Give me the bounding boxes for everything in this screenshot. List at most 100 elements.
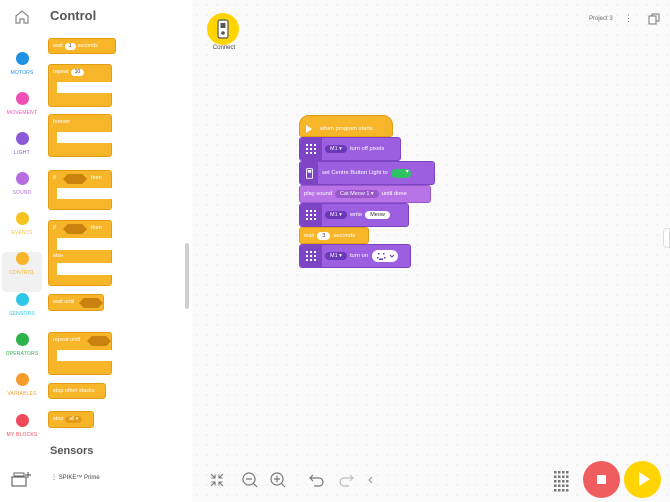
category-my-blocks[interactable]: MY BLOCKS bbox=[0, 414, 44, 454]
block-if-label: if bbox=[53, 175, 56, 181]
condition-slot[interactable] bbox=[79, 298, 103, 308]
category-label: OPERATORS bbox=[5, 351, 39, 357]
category-dot bbox=[15, 414, 29, 427]
category-dot bbox=[15, 373, 29, 386]
block-wait-until[interactable]: wait until bbox=[48, 294, 104, 311]
category-dot bbox=[15, 252, 29, 265]
block-wait[interactable]: wait 1 seconds bbox=[48, 38, 116, 54]
block-else-label: else bbox=[53, 253, 64, 259]
home-icon[interactable] bbox=[13, 8, 31, 26]
condition-slot[interactable] bbox=[87, 336, 111, 346]
stop-button[interactable] bbox=[583, 461, 620, 498]
zoom-out-icon[interactable] bbox=[241, 471, 259, 489]
block-write[interactable]: M1 ▾ write Meow bbox=[299, 203, 409, 227]
block-stop-other-label: stop other stacks bbox=[53, 388, 95, 394]
sound-dropdown[interactable]: Cat Meow 1 ▾ bbox=[335, 190, 379, 198]
category-label: LIGHT bbox=[14, 150, 30, 156]
block-label: write bbox=[349, 212, 363, 218]
light-matrix-panel-icon[interactable] bbox=[553, 470, 569, 492]
condition-slot[interactable] bbox=[63, 174, 87, 184]
sound-value: Cat Meow 1 bbox=[340, 191, 370, 197]
wait-value-field[interactable]: 1 bbox=[64, 43, 76, 50]
block-stop[interactable]: stop all ▾ bbox=[48, 411, 94, 428]
block-wait-label: wait bbox=[53, 43, 63, 49]
category-dot bbox=[15, 333, 29, 346]
category-dot bbox=[15, 172, 29, 185]
zoom-in-icon[interactable] bbox=[269, 471, 287, 489]
block-turn-on[interactable]: M1 ▾ turn on bbox=[299, 244, 411, 268]
hub-icon bbox=[217, 19, 229, 39]
connect-hub-button[interactable] bbox=[207, 13, 239, 45]
block-if-else-if-label: if bbox=[53, 225, 56, 231]
block-wait-seconds[interactable]: wait 3 seconds bbox=[299, 227, 369, 244]
undo-icon[interactable] bbox=[308, 471, 326, 489]
port-dropdown[interactable]: M1 ▾ bbox=[325, 211, 347, 219]
port-dropdown[interactable]: M1 ▾ bbox=[325, 145, 347, 153]
block-label: set Centre Button Light to bbox=[322, 170, 388, 176]
block-if-else[interactable]: if then else bbox=[48, 220, 114, 286]
category-label: CONTROL bbox=[9, 270, 35, 276]
category-dot bbox=[15, 52, 29, 65]
block-forever-label: forever bbox=[53, 119, 71, 125]
port-value: M1 bbox=[330, 212, 338, 218]
block-when-program-starts[interactable]: when program starts bbox=[299, 115, 393, 137]
fullscreen-icon[interactable] bbox=[648, 13, 660, 25]
category-dot bbox=[15, 212, 29, 225]
text-input[interactable]: Meow bbox=[365, 211, 390, 219]
project-name[interactable]: Project 3 bbox=[589, 16, 613, 22]
category-variables[interactable]: VARIABLES bbox=[0, 373, 44, 413]
category-events[interactable]: EVENTS bbox=[0, 212, 44, 252]
category-label: VARIABLES bbox=[7, 391, 37, 397]
condition-slot[interactable] bbox=[63, 224, 87, 234]
chevron-left-icon[interactable] bbox=[362, 471, 380, 489]
stop-option-dropdown[interactable]: all ▾ bbox=[65, 416, 83, 423]
flag-icon bbox=[306, 124, 312, 133]
category-light[interactable]: LIGHT bbox=[0, 132, 44, 172]
block-if-then[interactable]: if then bbox=[48, 170, 114, 210]
redo-icon[interactable] bbox=[337, 471, 355, 489]
port-dropdown[interactable]: M1 ▾ bbox=[325, 252, 347, 260]
more-icon[interactable]: ⋮ bbox=[624, 13, 633, 24]
category-operators[interactable]: OPERATORS bbox=[0, 333, 44, 373]
block-if-else-then-label: then bbox=[91, 225, 102, 231]
block-suffix: until done bbox=[381, 191, 407, 197]
block-play-sound[interactable]: play sound Cat Meow 1 ▾ until done bbox=[299, 185, 431, 203]
category-rail: MOTORS MOVEMENT LIGHT SOUND EVENTS CONTROL SEN… bbox=[0, 0, 44, 502]
category-motors[interactable]: MOTORS bbox=[0, 52, 44, 92]
repeat-value-field[interactable]: 10 bbox=[70, 69, 85, 76]
collapse-icon[interactable] bbox=[208, 471, 226, 489]
block-label: wait bbox=[304, 232, 315, 239]
block-then-label: then bbox=[91, 175, 102, 181]
block-turn-off-pixels[interactable]: M1 ▾ turn off pixels bbox=[299, 137, 401, 161]
hub-settings-icon[interactable] bbox=[10, 469, 32, 489]
hub-type-selector[interactable]: ⋮ SPIKE™ Prime bbox=[51, 474, 100, 481]
block-repeat-until[interactable]: repeat until bbox=[48, 332, 114, 375]
hub-button-icon bbox=[300, 162, 318, 184]
block-forever[interactable]: forever bbox=[48, 114, 114, 157]
color-picker[interactable]: ▾ bbox=[390, 168, 411, 178]
stop-icon bbox=[597, 475, 606, 484]
category-movement[interactable]: MOVEMENT bbox=[0, 92, 44, 132]
smiley-image-icon bbox=[377, 253, 395, 260]
block-wait-suffix: seconds bbox=[77, 43, 99, 49]
block-repeat[interactable]: repeat 10 bbox=[48, 64, 114, 107]
block-wait-until-label: wait until bbox=[53, 299, 75, 305]
category-sound[interactable]: SOUND bbox=[0, 172, 44, 212]
category-label: MY BLOCKS bbox=[6, 432, 38, 438]
play-button[interactable] bbox=[624, 461, 661, 498]
wait-seconds-field[interactable]: 3 bbox=[317, 231, 331, 240]
image-picker[interactable] bbox=[372, 250, 398, 262]
category-control[interactable]: CONTROL bbox=[2, 252, 42, 292]
block-stop-other-stacks[interactable]: stop other stacks bbox=[48, 383, 106, 399]
port-value: M1 bbox=[330, 146, 338, 152]
category-label: MOTORS bbox=[10, 70, 34, 76]
code-canvas[interactable] bbox=[192, 0, 670, 502]
palette-scrollbar[interactable] bbox=[185, 243, 189, 309]
category-dot bbox=[15, 132, 29, 145]
hat-label: when program starts bbox=[320, 125, 373, 132]
block-stop-label: stop bbox=[53, 416, 64, 422]
connect-label: Connect bbox=[212, 45, 236, 51]
category-sensors[interactable]: SENSORS bbox=[0, 293, 44, 333]
block-set-centre-light[interactable]: set Centre Button Light to ▾ bbox=[299, 161, 435, 185]
side-panel-toggle[interactable] bbox=[663, 228, 670, 248]
